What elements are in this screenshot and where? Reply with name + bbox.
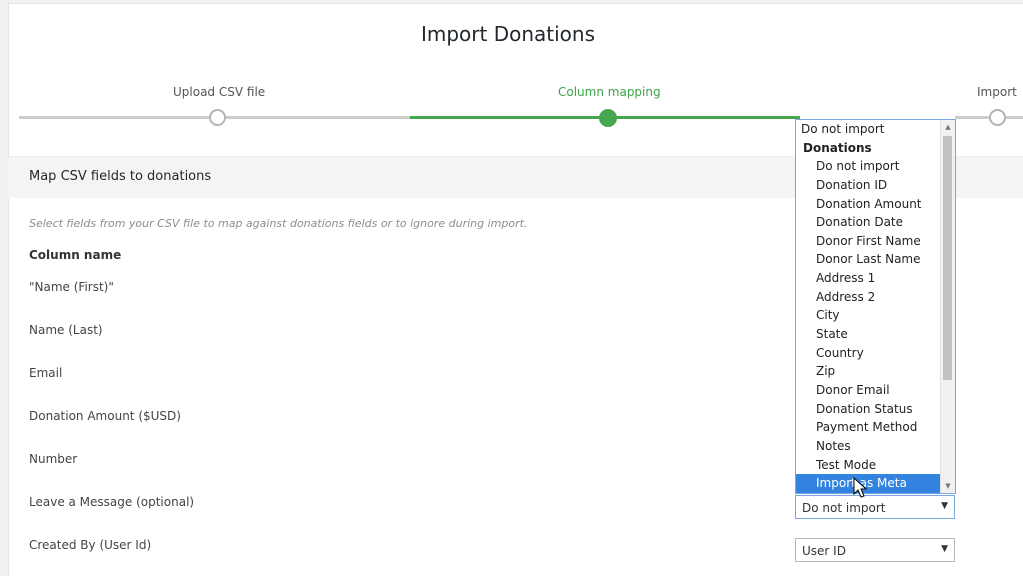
step-import-node: [989, 109, 1006, 126]
message-field-select[interactable]: Do not import ▼: [795, 495, 955, 519]
step-upload-label: Upload CSV file: [173, 85, 266, 99]
option-donation-date[interactable]: Donation Date: [796, 213, 941, 232]
row-label-number: Number: [29, 452, 78, 466]
scroll-down-arrow-icon[interactable]: ▼: [941, 479, 955, 493]
option-donation-status[interactable]: Donation Status: [796, 400, 941, 419]
option-donor-email[interactable]: Donor Email: [796, 381, 941, 400]
row-label-created-by: Created By (User Id): [29, 538, 152, 552]
caret-down-icon: ▼: [941, 544, 948, 554]
column-name-header: Column name: [29, 248, 122, 262]
row-label-message: Leave a Message (optional): [29, 495, 195, 509]
scrollbar-thumb[interactable]: [943, 136, 952, 380]
step-import-label: Import: [977, 85, 1017, 99]
row-label-name-last: Name (Last): [29, 323, 103, 337]
created-by-field-select[interactable]: User ID ▼: [795, 538, 955, 562]
row-label-donation-amount: Donation Amount ($USD): [29, 409, 181, 423]
option-do-not-import[interactable]: Do not import: [796, 157, 941, 176]
option-notes[interactable]: Notes: [796, 437, 941, 456]
field-options-dropdown[interactable]: Do not import Donations Do not import Do…: [795, 119, 956, 494]
option-address-2[interactable]: Address 2: [796, 288, 941, 307]
section-title: Map CSV fields to donations: [29, 169, 212, 184]
step-mapping-node: [599, 109, 617, 127]
page-title: Import Donations: [420, 22, 596, 46]
option-city[interactable]: City: [796, 306, 941, 325]
option-state[interactable]: State: [796, 325, 941, 344]
mapping-hint: Select fields from your CSV file to map …: [29, 217, 528, 230]
option-do-not-import-top[interactable]: Do not import: [796, 120, 941, 139]
mouse-pointer-icon: [853, 477, 868, 498]
option-donor-first-name[interactable]: Donor First Name: [796, 232, 941, 251]
option-donation-amount[interactable]: Donation Amount: [796, 195, 941, 214]
option-donor-last-name[interactable]: Donor Last Name: [796, 250, 941, 269]
option-donation-id[interactable]: Donation ID: [796, 176, 941, 195]
row-label-name-first: "Name (First)": [29, 280, 114, 294]
dropdown-options-list: Do not import Donations Do not import Do…: [796, 120, 941, 493]
option-address-1[interactable]: Address 1: [796, 269, 941, 288]
select-value: User ID: [802, 544, 846, 558]
dropdown-scrollbar[interactable]: ▲ ▼: [940, 120, 955, 493]
step-upload-node: [209, 109, 226, 126]
option-test-mode[interactable]: Test Mode: [796, 456, 941, 475]
option-zip[interactable]: Zip: [796, 362, 941, 381]
option-country[interactable]: Country: [796, 344, 941, 363]
row-label-email: Email: [29, 366, 63, 380]
select-value: Do not import: [802, 501, 886, 515]
option-payment-method[interactable]: Payment Method: [796, 418, 941, 437]
step-mapping-label: Column mapping: [558, 85, 661, 99]
scroll-up-arrow-icon[interactable]: ▲: [941, 120, 955, 134]
caret-down-icon: ▼: [941, 501, 948, 511]
optgroup-donations: Donations: [803, 140, 872, 155]
